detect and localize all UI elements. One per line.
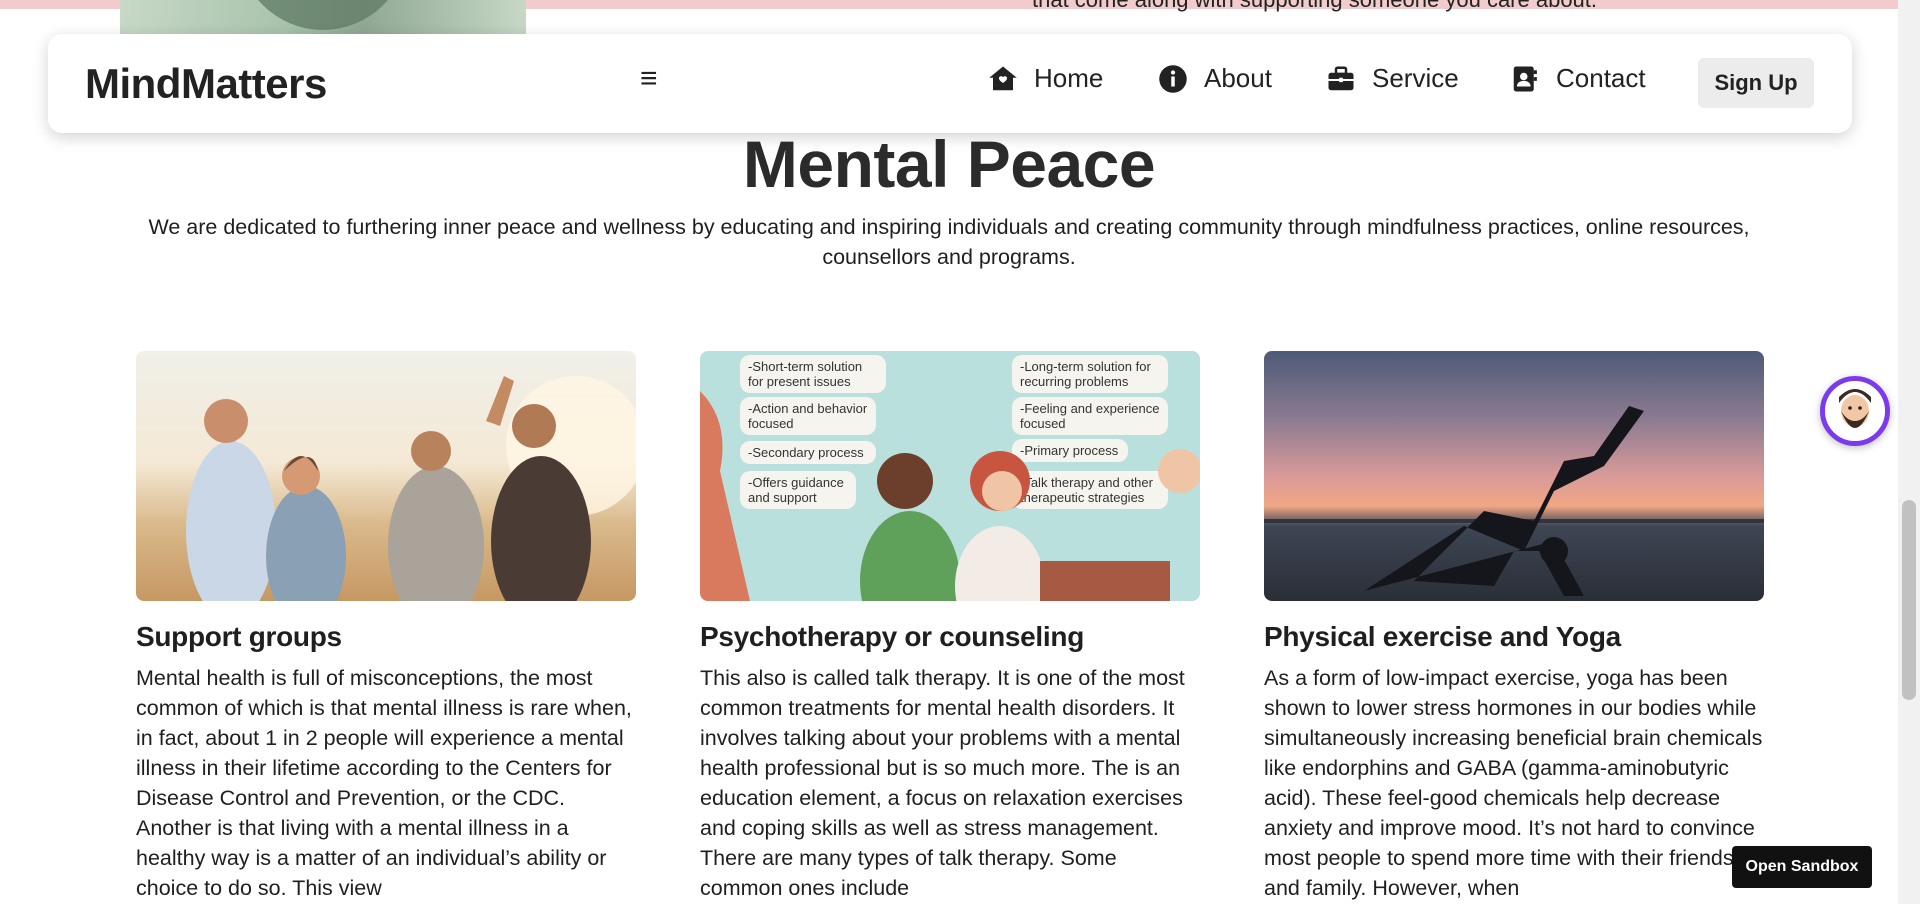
hero-subtitle: We are dedicated to furthering inner pea… (148, 215, 1750, 269)
nav-about-label: About (1204, 63, 1272, 93)
signup-button[interactable]: Sign Up (1698, 58, 1814, 108)
brand-logo[interactable]: MindMatters (85, 60, 327, 108)
nav-contact-label: Contact (1556, 63, 1646, 93)
card-text: This also is called talk therapy. It is … (700, 666, 1185, 900)
house-icon (989, 66, 1017, 90)
previous-section-image (120, 0, 526, 34)
scrollbar-thumb[interactable] (1902, 500, 1916, 700)
support-groups-image (136, 351, 636, 601)
bearded-man-avatar-icon (1825, 381, 1885, 441)
nav-service[interactable]: Service (1326, 63, 1459, 94)
nav-home[interactable]: Home (988, 63, 1103, 94)
psychotherapy-image: -Short-term solution for present issues … (700, 351, 1200, 601)
chat-avatar-button[interactable] (1820, 376, 1890, 446)
nav-service-label: Service (1372, 63, 1459, 93)
open-sandbox-button[interactable]: Open Sandbox (1732, 846, 1872, 888)
previous-section-text: that come along with supporting someone … (1032, 0, 1752, 12)
card-title: Support groups (136, 621, 342, 652)
card-title: Physical exercise and Yoga (1264, 621, 1621, 652)
card-support-groups: Support groups Mental health is full of … (136, 351, 636, 903)
info-circle-icon (1159, 64, 1187, 93)
card-psychotherapy: -Short-term solution for present issues … (700, 351, 1200, 903)
page-title: Mental Peace (742, 127, 1156, 201)
navbar: MindMatters ≡ Home About Service Contact… (48, 34, 1852, 133)
card-text: Mental health is full of misconceptions,… (136, 666, 632, 900)
address-card-icon (1513, 66, 1537, 91)
yoga-image (1264, 351, 1764, 601)
card-text: As a form of low-impact exercise, yoga h… (1264, 666, 1763, 900)
card-exercise-yoga: Physical exercise and Yoga As a form of … (1264, 351, 1764, 903)
card-title: Psychotherapy or counseling (700, 621, 1084, 652)
hamburger-menu-icon[interactable]: ≡ (640, 62, 658, 96)
nav-contact[interactable]: Contact (1510, 63, 1646, 94)
nav-home-label: Home (1034, 63, 1104, 93)
nav-about[interactable]: About (1158, 63, 1272, 94)
scrollbar-track[interactable] (1898, 0, 1920, 904)
briefcase-icon (1328, 66, 1354, 90)
